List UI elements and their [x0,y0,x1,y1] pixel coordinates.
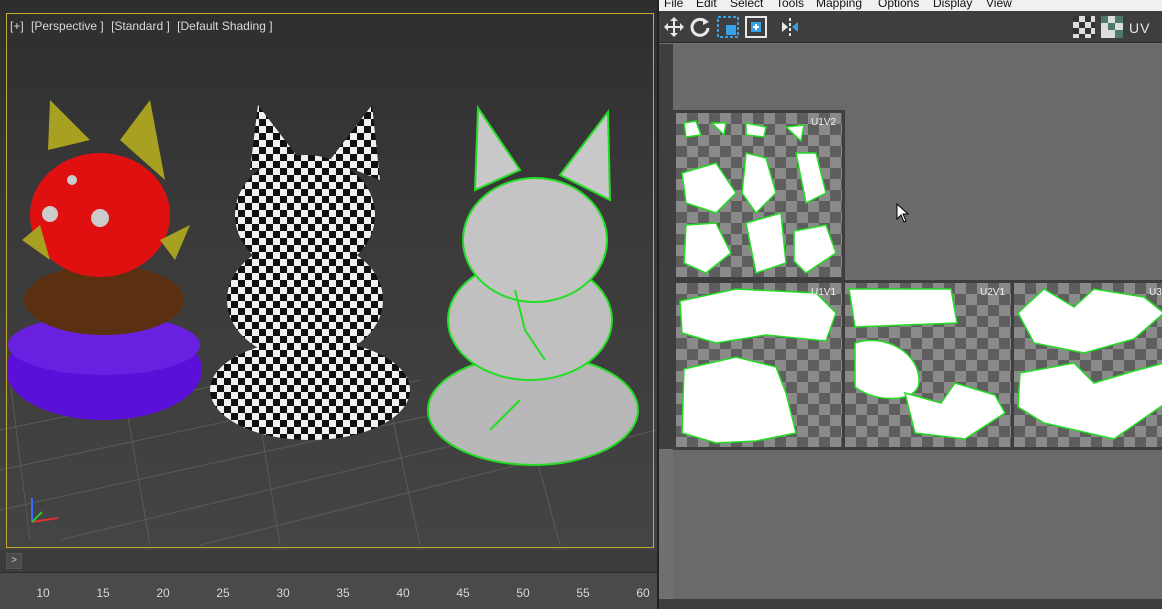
viewport-label[interactable]: [+] [Perspective ] [Standard ] [Default … [10,19,277,33]
menu-view[interactable]: View [986,0,1012,10]
menu-display[interactable]: Display [933,0,972,10]
uv-tile-label: U2V1 [979,287,1005,298]
uv-tile-u1v2[interactable]: U1V2 [673,110,845,280]
menu-mapping[interactable]: Mapping [816,0,862,10]
timeline-tick: 15 [96,586,110,600]
mirror-icon[interactable] [777,14,803,40]
timeline-ruler[interactable]: 10 15 20 25 30 35 40 45 50 55 60 [0,572,657,609]
seam-model[interactable] [427,104,639,466]
viewport-menu-shading[interactable]: [Default Shading ] [177,19,272,33]
uv-tile-label: U1V1 [810,287,836,298]
uv-islands [679,288,837,444]
menu-edit[interactable]: Edit [696,0,717,10]
uv-islands [848,288,1006,440]
app-window: [+] [Perspective ] [Standard ] [Default … [0,0,1162,609]
uv-tile-u3v1[interactable]: U3V1 [1011,280,1162,450]
timeline-tick: 30 [276,586,290,600]
checker-model[interactable] [210,105,410,440]
colored-model[interactable] [6,100,202,420]
move-icon[interactable] [661,14,687,40]
uv-toolbar: UV [659,11,1162,43]
menu-options[interactable]: Options [878,0,919,10]
timeline-tick: 40 [396,586,410,600]
texture-icon[interactable] [1099,14,1125,40]
uv-channel-label[interactable]: UV [1129,20,1150,36]
timeline-tick: 60 [636,586,650,600]
viewport-menu-plus[interactable]: [+] [10,19,24,33]
viewport-menu-standard[interactable]: [Standard ] [111,19,170,33]
timeline-tick: 25 [216,586,230,600]
timeline-tick: 35 [336,586,350,600]
uv-tile-label: U1V2 [810,117,836,128]
uv-editor-window: File Edit Select Tools Mapping Options D… [657,0,1162,609]
uv-islands [681,120,837,274]
animation-bar: > [0,550,657,572]
timeline-tick: 10 [36,586,50,600]
timeline-tick: 55 [576,586,590,600]
freeform-icon[interactable] [743,14,769,40]
uv-tile-u1v1[interactable]: U1V1 [673,280,845,450]
uv-side-strip [659,44,673,449]
uv-tile-u2v1[interactable]: U2V1 [842,280,1014,450]
scale-icon[interactable] [715,14,741,40]
uv-canvas[interactable]: U1V2 U1V1 U2V1 U3 [673,44,1162,599]
rotate-icon[interactable] [687,14,713,40]
menu-file[interactable]: File [664,0,683,10]
expand-arrow-icon[interactable]: > [6,553,22,569]
uv-tile-label: U3V1 [1148,287,1162,298]
mouse-cursor-icon [896,202,910,228]
uv-menubar: File Edit Select Tools Mapping Options D… [659,0,1162,11]
menu-select[interactable]: Select [730,0,763,10]
timeline-tick: 45 [456,586,470,600]
checker-icon[interactable] [1071,14,1097,40]
viewport-scene [0,100,657,546]
viewport-menu-perspective[interactable]: [Perspective ] [31,19,104,33]
timeline-tick: 20 [156,586,170,600]
perspective-viewport[interactable]: [+] [Perspective ] [Standard ] [Default … [0,0,657,550]
menu-tools[interactable]: Tools [776,0,804,10]
uv-status-strip [659,599,1162,609]
uv-islands [1017,288,1162,440]
timeline-tick: 50 [516,586,530,600]
